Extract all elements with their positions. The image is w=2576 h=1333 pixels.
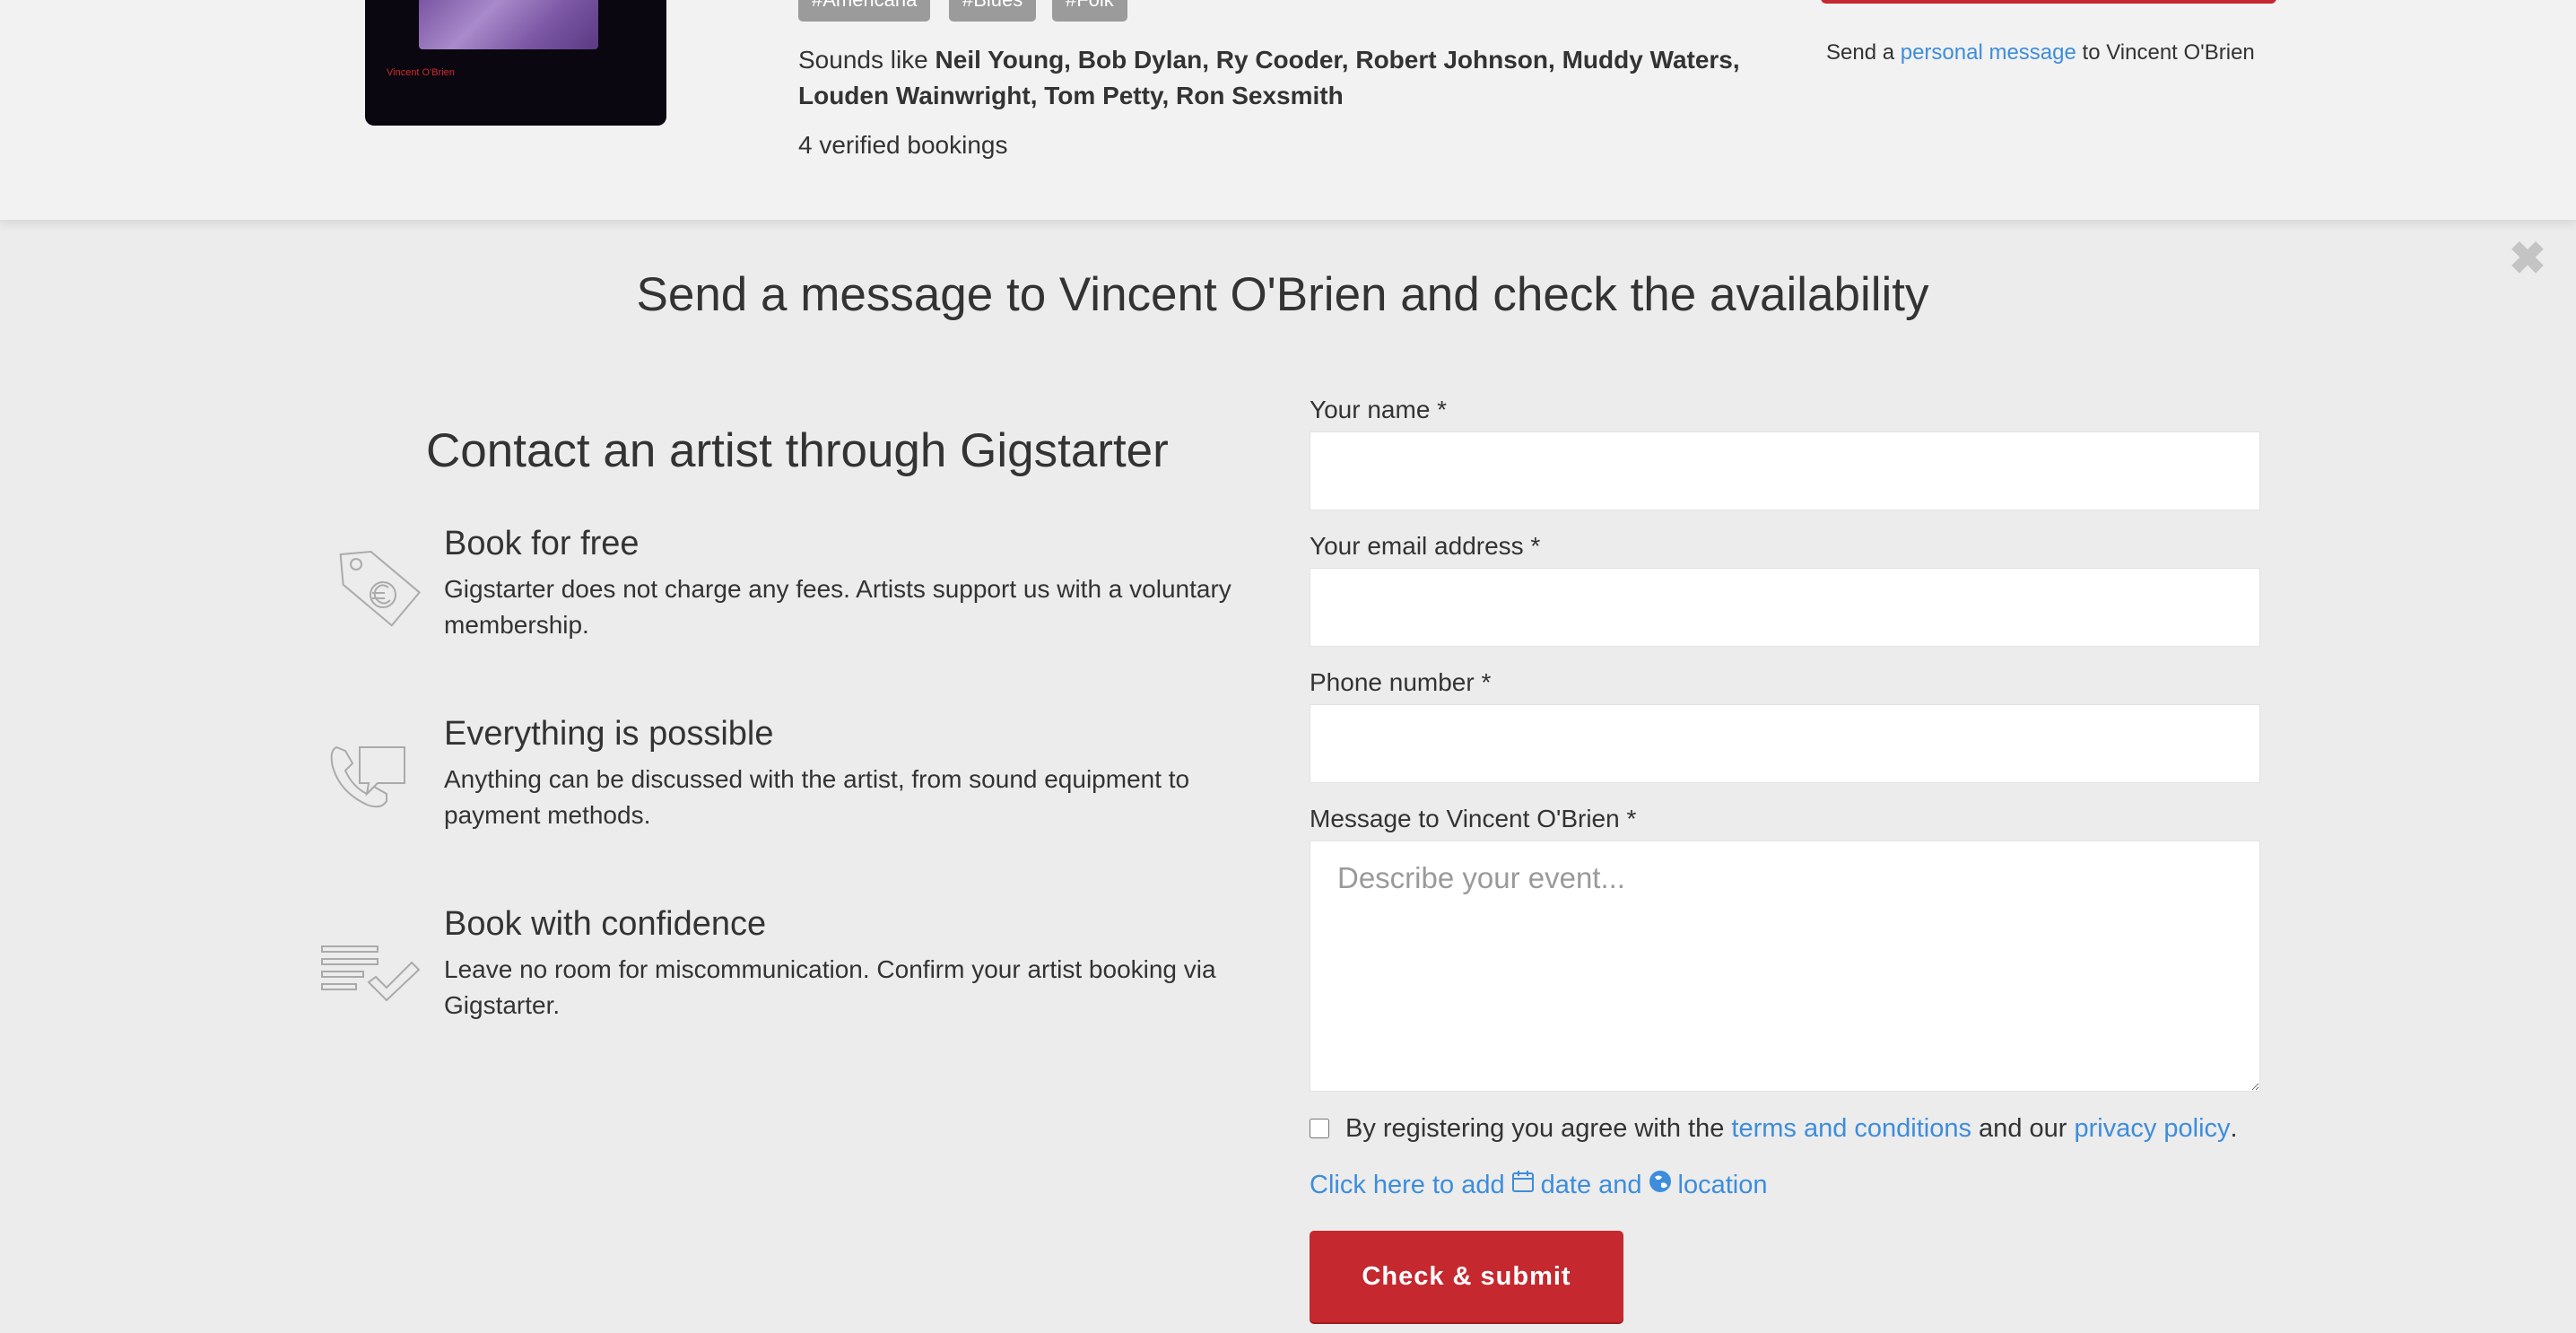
album-art-label: Vincent O'Brien <box>387 67 455 78</box>
terms-checkbox[interactable] <box>1310 1119 1329 1138</box>
album-art-image[interactable]: Vincent O'Brien <box>365 0 666 126</box>
terms-link[interactable]: terms and conditions <box>1731 1114 1971 1144</box>
personal-message-line: Send a personal message to Vincent O'Bri… <box>1826 40 2255 65</box>
globe-icon <box>1642 1169 1678 1201</box>
sounds-like-artists-line2: Louden Wainwright, Tom Petty, Ron Sexsmi… <box>798 82 1344 109</box>
name-input[interactable] <box>1310 431 2260 510</box>
feature-desc: Leave no room for miscommunication. Conf… <box>444 955 1216 1019</box>
modal-title: Send a message to Vincent O'Brien and ch… <box>636 268 1929 321</box>
email-label: Your email address * <box>1310 532 1541 560</box>
terms-row: By registering you agree with the terms … <box>1310 1112 2238 1145</box>
message-label: Message to Vincent O'Brien * <box>1310 805 1637 832</box>
phone-label: Phone number * <box>1310 668 1492 696</box>
add-prefix: Click here to add <box>1310 1170 1505 1199</box>
sounds-like-artists-line1: Neil Young, Bob Dylan, Ry Cooder, Robert… <box>935 46 1740 74</box>
add-date: date and <box>1540 1170 1642 1199</box>
email-input[interactable] <box>1310 568 2260 647</box>
feature-title: Everything is possible <box>444 715 774 753</box>
tag-blues[interactable]: #Blues <box>949 0 1037 22</box>
book-artist-button[interactable] <box>1821 0 2276 4</box>
contact-heading: Contact an artist through Gigstarter <box>426 424 1169 477</box>
checklist-icon <box>318 905 426 1013</box>
sounds-like-prefix: Sounds like <box>798 46 936 74</box>
tag-folk[interactable]: #Folk <box>1052 0 1127 22</box>
sounds-like: Sounds like Neil Young, Bob Dylan, Ry Co… <box>798 42 1749 114</box>
personal-msg-prefix: Send a <box>1826 40 1901 65</box>
personal-msg-suffix: to Vincent O'Brien <box>2076 40 2255 65</box>
verified-bookings: 4 verified bookings <box>798 131 1008 159</box>
price-tag-icon <box>318 525 426 632</box>
phone-input[interactable] <box>1310 704 2260 783</box>
privacy-link[interactable]: privacy policy <box>2074 1114 2230 1144</box>
check-submit-button[interactable]: Check & submit <box>1310 1231 1623 1322</box>
add-location: location <box>1677 1170 1768 1199</box>
feature-desc: Gigstarter does not charge any fees. Art… <box>444 575 1231 639</box>
calendar-icon <box>1505 1169 1541 1201</box>
terms-prefix: By registering you agree with the <box>1345 1113 1732 1143</box>
album-photo <box>419 0 598 49</box>
message-textarea[interactable] <box>1310 841 2260 1092</box>
feature-title: Book for free <box>444 525 640 562</box>
artist-header: Vincent O'Brien #Americana #Blues #Folk … <box>0 0 2576 222</box>
phone-chat-icon <box>318 715 426 823</box>
name-label: Your name * <box>1310 396 1448 423</box>
terms-suffix: . <box>2230 1113 2238 1143</box>
feature-desc: Anything can be discussed with the artis… <box>444 765 1190 829</box>
terms-middle: and our <box>1971 1113 2075 1143</box>
feature-title: Book with confidence <box>444 905 767 943</box>
add-date-location-link[interactable]: Click here to add date and location <box>1310 1169 1767 1201</box>
personal-message-link[interactable]: personal message <box>1901 40 2076 65</box>
tag-americana[interactable]: #Americana <box>798 0 931 22</box>
